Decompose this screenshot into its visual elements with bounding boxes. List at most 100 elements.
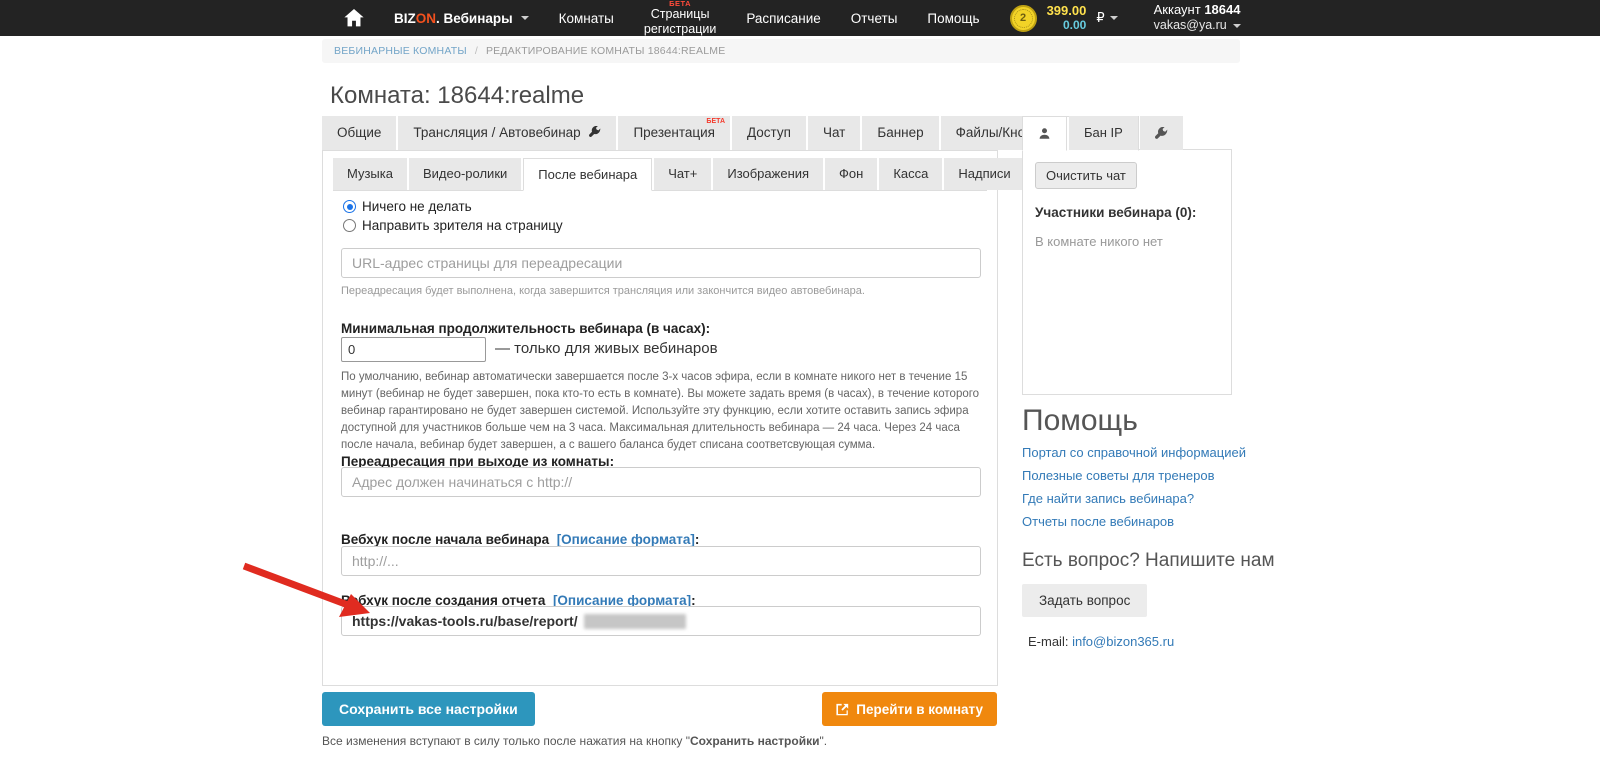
webhook-start-label-text: Вебхук после начала вебинара (341, 532, 549, 547)
nav-item-label: Страницы регистрации (644, 7, 716, 35)
min-duration-help: По умолчанию, вебинар автоматически заве… (341, 369, 983, 454)
breadcrumb: ВЕБИНАРНЫЕ КОМНАТЫ / РЕДАКТИРОВАНИЕ КОМН… (322, 39, 1240, 63)
footer-note-suffix: ". (819, 734, 827, 748)
webhook-start-input[interactable] (341, 546, 981, 576)
currency-dropdown[interactable]: ₽ (1096, 11, 1117, 26)
subtab-music[interactable]: Музыка (333, 158, 407, 190)
tab-ban-ip[interactable]: Бан IP (1069, 116, 1138, 150)
user-icon (1038, 127, 1051, 140)
nav-item-help[interactable]: Помощь (927, 11, 979, 26)
misc-subtabs: Музыка Видео-ролики После вебинара Чат+ … (333, 158, 987, 191)
go-to-room-button[interactable]: Перейти в комнату (822, 692, 997, 726)
contact-title: Есть вопрос? Напишите нам (1022, 550, 1275, 572)
balance-amount: 399.00 (1047, 4, 1087, 19)
tab-presentation[interactable]: БЕТА Презентация (618, 116, 730, 150)
page-title: Комната: 18644:realme (330, 82, 584, 110)
min-duration-label: Минимальная продолжительность вебинара (… (341, 321, 710, 336)
footer-note: Все изменения вступают в силу только пос… (322, 734, 827, 748)
footer-note-bold: Сохранить настройки (690, 734, 819, 748)
subtab-videos[interactable]: Видео-ролики (409, 158, 521, 190)
tab-participants[interactable] (1022, 116, 1067, 151)
account-id: 18644 (1204, 2, 1240, 17)
subtab-background[interactable]: Фон (825, 158, 877, 190)
contact-email-line: E-mail: info@bizon365.ru (1028, 634, 1174, 649)
radio-redirect-label: Направить зрителя на страницу (362, 218, 563, 233)
nav-item-rooms[interactable]: Комнаты (559, 11, 614, 26)
redirect-note: Переадресация будет выполнена, когда зав… (341, 285, 865, 297)
ask-question-button[interactable]: Задать вопрос (1022, 584, 1147, 617)
radio-redirect-viewer[interactable]: Направить зрителя на страницу (343, 218, 563, 233)
min-duration-input[interactable] (341, 337, 486, 362)
nav-item-schedule[interactable]: Расписание (746, 11, 820, 26)
wrench-icon (1155, 127, 1168, 140)
empty-room-text: В комнате никого нет (1035, 234, 1219, 249)
external-link-icon (836, 703, 849, 716)
webhook-start-format-link[interactable]: [Описание формата] (557, 532, 695, 547)
colon: : (695, 532, 700, 547)
room-tabs: Общие Трансляция / Автовебинар БЕТА През… (322, 116, 1141, 150)
balance[interactable]: 399.00 0.00 (1047, 4, 1087, 33)
min-duration-suffix: — только для живых вебинаров (495, 340, 718, 357)
radio-do-nothing-label: Ничего не делать (362, 199, 472, 214)
beta-badge: БЕТА (706, 118, 725, 125)
webhook-start-label: Вебхук после начала вебинара [Описание ф… (341, 532, 699, 547)
help-link-portal[interactable]: Портал со справочной информацией (1022, 445, 1246, 460)
email-label: E-mail: (1028, 634, 1068, 649)
breadcrumb-separator: / (475, 45, 478, 57)
account-email: vakas@ya.ru (1154, 18, 1227, 34)
tab-access[interactable]: Доступ (732, 116, 806, 150)
page: BIZON. Вебинары Комнаты БЕТА Страницы ре… (0, 0, 1600, 760)
subtab-cashbox[interactable]: Касса (879, 158, 942, 190)
radio-unselected-icon (343, 219, 356, 232)
help-link-recording[interactable]: Где найти запись вебинара? (1022, 491, 1194, 506)
email-link[interactable]: info@bizon365.ru (1072, 634, 1174, 649)
tab-general[interactable]: Общие (322, 116, 396, 150)
chevron-down-icon (521, 16, 529, 20)
help-link-tips[interactable]: Полезные советы для тренеров (1022, 468, 1215, 483)
wrench-icon (589, 117, 601, 151)
tab-chat[interactable]: Чат (808, 116, 860, 150)
top-navigation-bar: BIZON. Вебинары Комнаты БЕТА Страницы ре… (0, 0, 1600, 36)
redacted-value (584, 614, 686, 629)
help-link-reports[interactable]: Отчеты после вебинаров (1022, 514, 1174, 529)
radio-selected-icon (343, 200, 356, 213)
subtab-images[interactable]: Изображения (713, 158, 823, 190)
currency-symbol: ₽ (1096, 11, 1104, 26)
nav-item-reports[interactable]: Отчеты (851, 11, 898, 26)
breadcrumb-rooms-link[interactable]: ВЕБИНАРНЫЕ КОМНАТЫ (334, 45, 467, 57)
misc-settings-panel: Музыка Видео-ролики После вебинара Чат+ … (322, 150, 998, 686)
balance-secondary: 0.00 (1063, 19, 1086, 33)
radio-do-nothing[interactable]: Ничего не делать (343, 199, 472, 214)
brand-rest: . Вебинары (436, 11, 513, 26)
nav-item-registration-pages[interactable]: БЕТА Страницы регистрации (644, 0, 716, 36)
chat-admin-tabs: Бан IP (1022, 116, 1185, 150)
chevron-down-icon (1110, 16, 1118, 20)
breadcrumb-current: РЕДАКТИРОВАНИЕ КОМНАТЫ 18644:REALME (486, 45, 725, 57)
subtab-captions[interactable]: Надписи (944, 158, 1024, 190)
help-title: Помощь (1022, 404, 1138, 438)
webhook-report-value: https://vakas-tools.ru/base/report/ (352, 613, 578, 629)
tab-chat-settings[interactable] (1140, 116, 1183, 150)
subtab-after-webinar[interactable]: После вебинара (523, 158, 652, 191)
redirect-url-input[interactable] (341, 248, 981, 278)
footer-note-prefix: Все изменения вступают в силу только пос… (322, 734, 690, 748)
tab-broadcast-label: Трансляция / Автовебинар (413, 125, 580, 140)
tab-broadcast[interactable]: Трансляция / Автовебинар (398, 116, 616, 150)
account-menu[interactable]: Аккаунт 18644 vakas@ya.ru (1154, 2, 1241, 34)
beta-badge: БЕТА (644, 0, 716, 7)
coin-level: 2 (1014, 9, 1033, 28)
tab-presentation-label: Презентация (633, 125, 715, 140)
webhook-report-input[interactable]: https://vakas-tools.ru/base/report/ (341, 606, 981, 636)
save-all-settings-button[interactable]: Сохранить все настройки (322, 692, 535, 726)
clear-chat-button[interactable]: Очистить чат (1035, 162, 1137, 189)
account-label: Аккаунт (1154, 2, 1201, 17)
tab-banner[interactable]: Баннер (862, 116, 938, 150)
home-icon[interactable] (344, 8, 364, 28)
coin-badge-icon: 2 (1010, 5, 1037, 32)
brand-on: ON (416, 11, 436, 26)
brand-menu[interactable]: BIZON. Вебинары (394, 11, 529, 26)
chevron-down-icon (1233, 24, 1241, 28)
participants-panel: Очистить чат Участники вебинара (0): В к… (1022, 149, 1232, 395)
subtab-chat-plus[interactable]: Чат+ (654, 158, 711, 190)
exit-redirect-input[interactable] (341, 467, 981, 497)
